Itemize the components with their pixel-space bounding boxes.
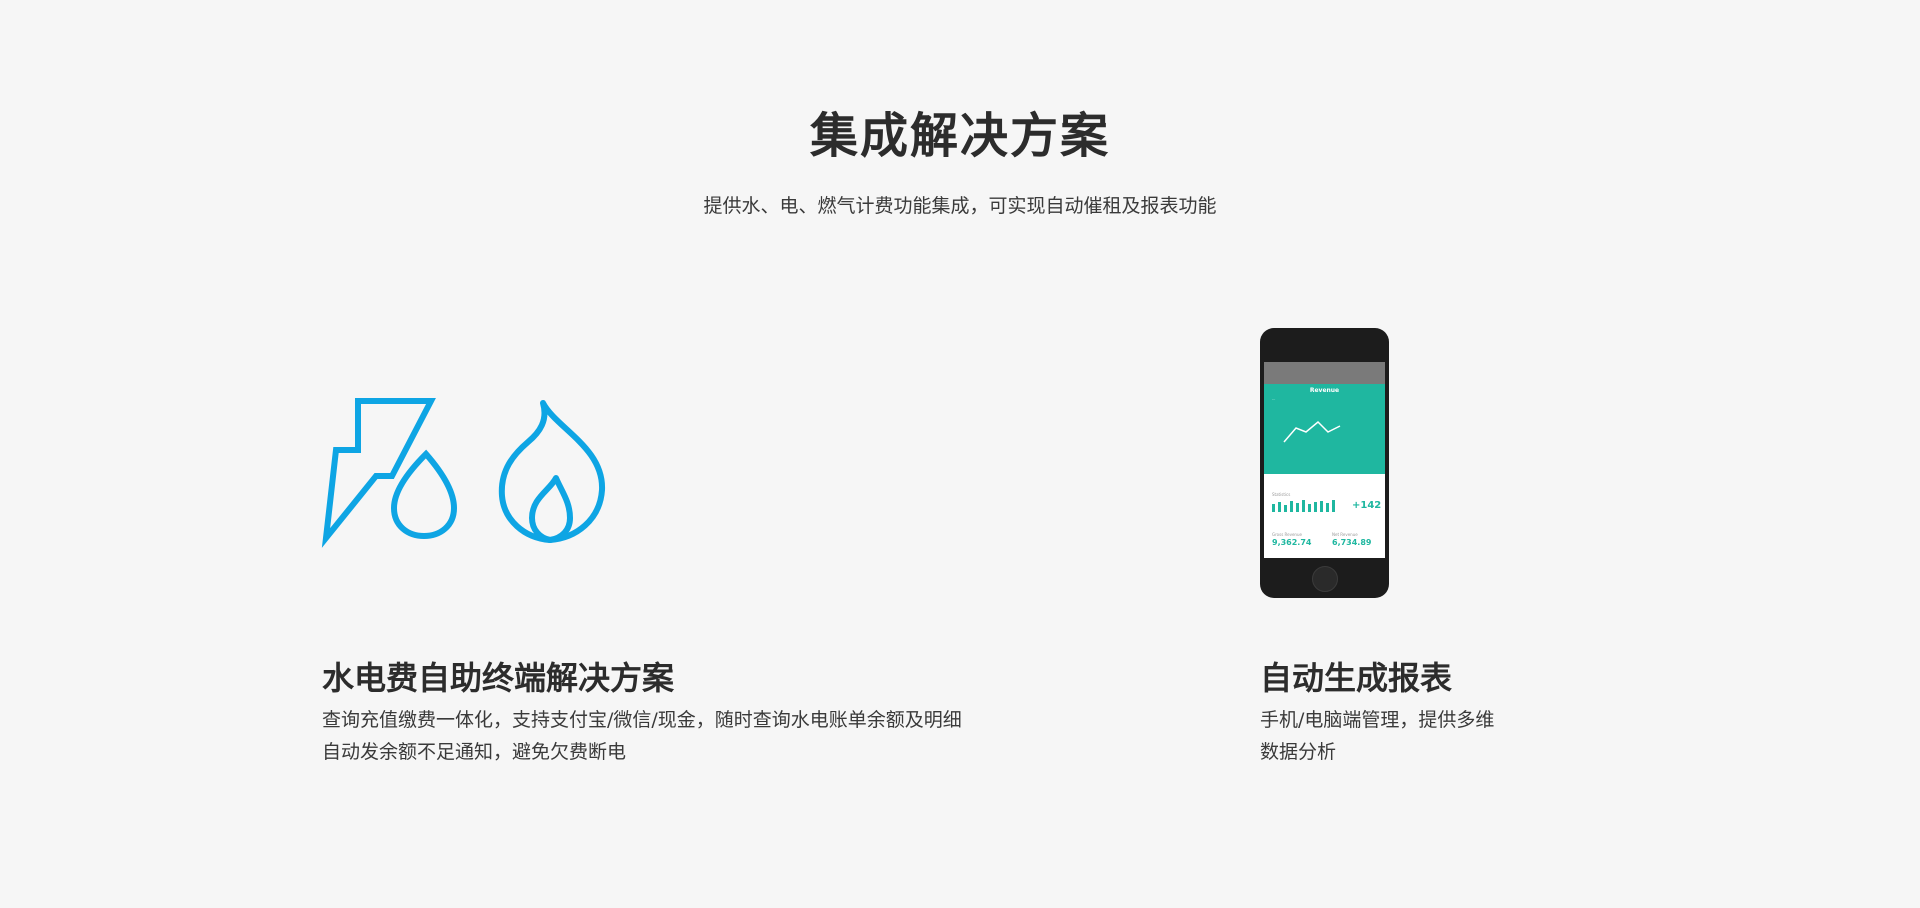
phone-bar-chart xyxy=(1272,500,1335,512)
feature-desc-line: 手机/电脑端管理，提供多维 xyxy=(1260,709,1495,731)
phone-bar xyxy=(1302,500,1305,512)
phone-left-value: 9,362.74 xyxy=(1272,538,1312,547)
phone-bar xyxy=(1296,503,1299,512)
phone-chart-tick: --- xyxy=(1272,397,1275,401)
utilities-icon xyxy=(321,398,606,548)
phone-right-value: 6,734.89 xyxy=(1332,538,1372,547)
phone-bar xyxy=(1332,500,1335,512)
phone-home-button xyxy=(1312,566,1338,592)
phone-line-chart: --- xyxy=(1272,397,1341,443)
phone-chart-line xyxy=(1283,420,1341,443)
phone-bar xyxy=(1290,501,1293,512)
phone-right-label: Net Revenue xyxy=(1332,532,1358,537)
feature-title-terminal: 水电费自助终端解决方案 xyxy=(322,659,675,697)
phone-status-bar xyxy=(1264,362,1385,384)
flame-inner-icon xyxy=(529,475,573,543)
feature-desc-line: 查询充值缴费一体化，支持支付宝/微信/现金，随时查询水电账单余额及明细 xyxy=(322,709,962,731)
phone-bar xyxy=(1314,502,1317,512)
water-drop-icon xyxy=(390,449,458,540)
phone-revenue-chart: Revenue --- xyxy=(1264,384,1385,474)
flame-icon xyxy=(498,400,606,543)
phone-bar xyxy=(1326,503,1329,512)
phone-report-image: Revenue --- Statistics +142 Gross Revenu… xyxy=(1260,328,1389,598)
phone-bar xyxy=(1308,504,1311,512)
phone-bar xyxy=(1320,501,1323,512)
phone-bar xyxy=(1278,502,1281,512)
feature-desc-line: 自动发余额不足通知，避免欠费断电 xyxy=(322,741,627,763)
phone-bar xyxy=(1272,504,1275,512)
phone-stat-label: Statistics xyxy=(1272,492,1291,497)
phone-screen: Revenue --- Statistics +142 Gross Revenu… xyxy=(1264,362,1385,558)
phone-left-label: Gross Revenue xyxy=(1272,532,1302,537)
section-title: 集成解决方案 xyxy=(809,108,1110,164)
phone-stat-delta: +142 xyxy=(1352,500,1382,511)
section-subtitle: 提供水、电、燃气计费功能集成，可实现自动催租及报表功能 xyxy=(703,195,1217,217)
phone-bar xyxy=(1284,505,1287,512)
feature-desc-line: 数据分析 xyxy=(1260,741,1337,763)
feature-title-report: 自动生成报表 xyxy=(1260,659,1453,697)
page: 集成解决方案 提供水、电、燃气计费功能集成，可实现自动催租及报表功能 Reven… xyxy=(0,0,1920,908)
